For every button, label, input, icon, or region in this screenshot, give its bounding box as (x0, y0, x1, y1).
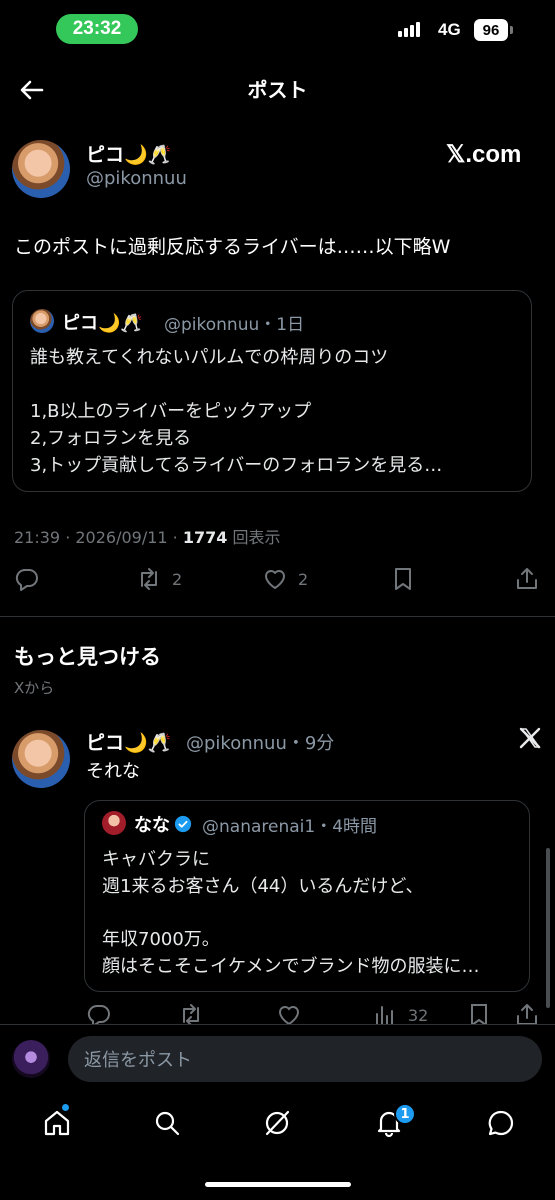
quote-line: 3,トップ貢献してるライバーのフォロランを見る… (30, 455, 443, 476)
quote-line: 2,フォロランを見る (30, 428, 192, 449)
quote-author-name: ピコ🌙🥂 (62, 313, 143, 334)
tab-messages[interactable] (486, 1108, 516, 1138)
retweet-button[interactable]: 2 (136, 566, 182, 592)
battery-level: 96 (474, 19, 508, 41)
quote-line: 年収7000万。 (102, 929, 220, 950)
share-icon (517, 568, 537, 589)
recommended-author-name[interactable]: ピコ🌙🥂 (86, 728, 171, 755)
recommended-author-avatar[interactable] (12, 730, 70, 788)
home-dot-badge (62, 1104, 69, 1111)
home-indicator (205, 1182, 351, 1187)
quote-line: 週1来るお客さん（44）いるんだけど、 (102, 876, 424, 897)
quote-author-name: なな (134, 815, 170, 836)
section-title: もっと見つける (14, 645, 161, 669)
recommended-time: ・9分 (286, 733, 335, 754)
grok-icon (265, 1110, 290, 1136)
battery-icon (510, 26, 513, 34)
views-label: 回表示 (227, 528, 281, 547)
x-logo-icon (518, 726, 542, 750)
recommended-author-handle[interactable]: @pikonnuu (186, 733, 287, 754)
quote-author: なな (134, 811, 192, 837)
section-subtitle: Xから (14, 679, 55, 697)
quote-time: ・1日 (259, 315, 305, 335)
like-count: 2 (298, 569, 309, 589)
quote-line: 顔はそこそこイケメンでブランド物の服装に… (102, 956, 480, 977)
my-avatar[interactable] (12, 1040, 50, 1078)
reply-input[interactable]: 返信をポスト (68, 1036, 542, 1082)
quote-line: 1,B以上のライバーをピックアップ (30, 401, 312, 422)
search-icon (155, 1111, 180, 1136)
signal-icon (398, 22, 420, 37)
post-timestamp: 21:39 · 2026/09/11 · (14, 528, 183, 547)
reply-icon (15, 568, 38, 591)
quote-author-handle: @nanarenai1 (202, 817, 316, 837)
views-count: 32 (408, 1005, 429, 1025)
author-name[interactable]: ピコ🌙🥂 (86, 140, 171, 167)
source-label: 𝕏.com (446, 141, 522, 168)
recommended-text: それな (86, 761, 140, 782)
scrollbar[interactable] (546, 848, 550, 1008)
retweet-icon (141, 568, 157, 590)
home-icon (44, 1110, 70, 1136)
quote-line: 誰も教えてくれないパルムでの枠周りのコツ (30, 347, 389, 368)
divider (0, 616, 555, 617)
page-title: ポスト (247, 78, 308, 102)
verified-badge-icon (174, 815, 192, 833)
like-button[interactable]: 2 (262, 566, 308, 592)
bookmark-icon (395, 568, 411, 590)
share-button[interactable] (514, 566, 540, 592)
author-avatar[interactable] (12, 140, 70, 198)
quote-line: キャバクラに (102, 849, 210, 870)
quote-meta: @pikonnuu・1日 (164, 310, 304, 335)
retweet-count: 2 (172, 569, 183, 589)
heart-icon (265, 570, 285, 589)
message-icon (488, 1110, 514, 1136)
quote-time: ・4時間 (315, 817, 378, 837)
quote-author-handle: @pikonnuu (164, 315, 260, 335)
recommended-meta: @pikonnuu・9分 (186, 729, 334, 755)
quote-meta: @nanarenai1・4時間 (202, 812, 377, 837)
post-meta: 21:39 · 2026/09/11 · 1774 回表示 (14, 524, 280, 548)
author-handle[interactable]: @pikonnuu (86, 168, 187, 189)
tab-search[interactable] (152, 1108, 182, 1138)
status-time: 23:32 (56, 14, 138, 44)
quote-author-avatar (102, 811, 126, 835)
quote-author-avatar (30, 309, 54, 333)
notification-badge: 1 (394, 1103, 416, 1125)
bookmark-button[interactable] (390, 566, 416, 592)
network-type: 4G (438, 20, 461, 39)
views-count: 1774 (182, 528, 228, 547)
reply-button[interactable] (14, 566, 40, 592)
tab-grok[interactable] (262, 1108, 292, 1138)
post-text: このポストに過剰反応するライバーは……以下略W (14, 236, 451, 258)
tab-home[interactable] (42, 1108, 72, 1138)
